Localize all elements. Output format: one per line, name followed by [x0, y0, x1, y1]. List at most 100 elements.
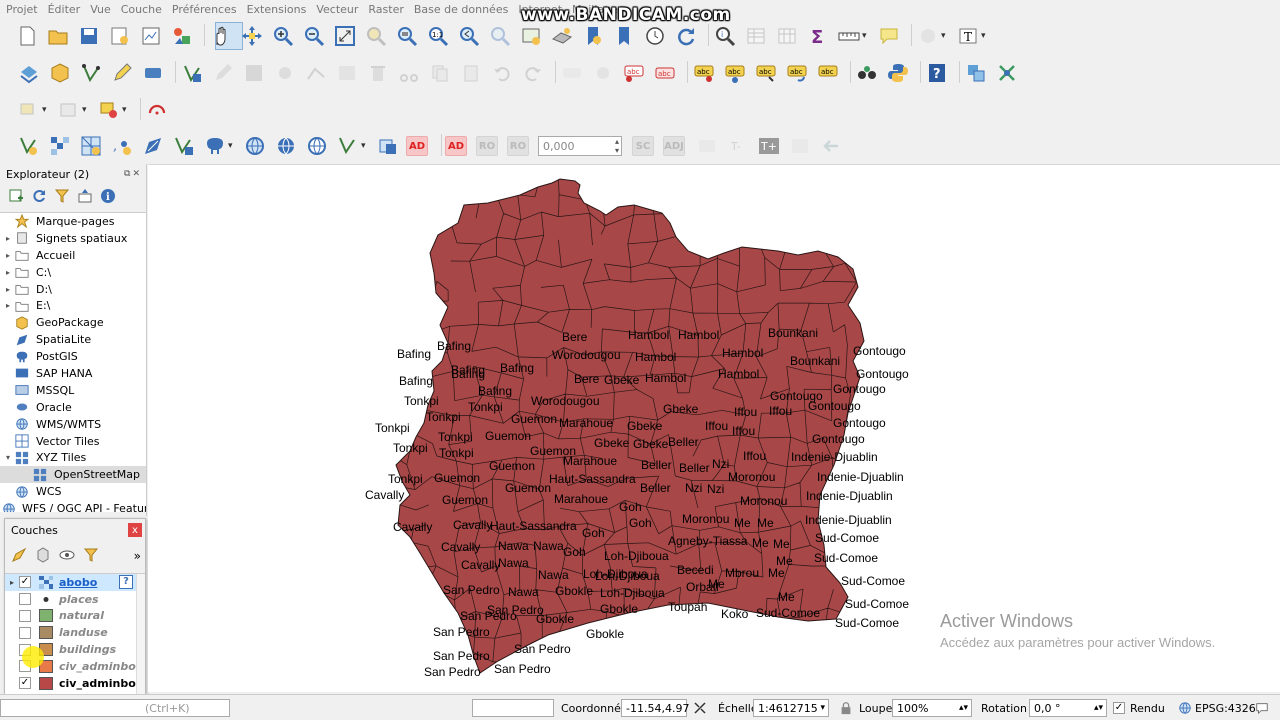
layers-more-button[interactable]: »: [134, 549, 141, 563]
save-project-button[interactable]: [76, 23, 102, 49]
browser-item[interactable]: SAP HANA: [0, 365, 146, 382]
data-source-manager-button[interactable]: [16, 60, 42, 86]
manage-visibility-icon[interactable]: [59, 547, 75, 566]
menu-item[interactable]: Base de données: [414, 3, 508, 16]
statistics-button[interactable]: Σ: [805, 23, 831, 49]
text-annotation-dropdown[interactable]: ▾: [981, 31, 991, 41]
add-mesh-layer-button[interactable]: [78, 133, 104, 159]
new-map-view-button[interactable]: [518, 23, 544, 49]
browser-item[interactable]: ▸ D:\: [0, 281, 146, 298]
rotation-spinbox[interactable]: 0,0 ° ▴▾: [1029, 699, 1107, 717]
measure-dropdown[interactable]: ▾: [862, 31, 872, 41]
refresh-loader-button[interactable]: [144, 97, 170, 123]
browser-item[interactable]: Oracle: [0, 399, 146, 416]
layer-labeling-button[interactable]: abc: [621, 60, 647, 86]
style-layer-icon[interactable]: [11, 547, 27, 566]
back-arrow-button[interactable]: [818, 133, 844, 159]
layer-warning-icon[interactable]: ?: [119, 575, 133, 590]
add-postgis-button[interactable]: [202, 133, 228, 159]
layer-row[interactable]: places: [5, 591, 145, 608]
browser-item[interactable]: GeoPackage: [0, 314, 146, 331]
zoom-to-layer-button[interactable]: [394, 23, 420, 49]
crs-button[interactable]: EPSG:4326: [1195, 699, 1256, 717]
add-wms-button[interactable]: [242, 133, 268, 159]
feature-tool-button[interactable]: [694, 133, 720, 159]
select-features-button[interactable]: [16, 97, 42, 123]
refresh-button[interactable]: [673, 23, 699, 49]
layer-visibility-checkbox[interactable]: [19, 593, 31, 606]
menu-item[interactable]: Vecteur: [316, 3, 358, 16]
text-annotation-button[interactable]: T: [955, 23, 981, 49]
pan-to-selection-button[interactable]: [239, 23, 265, 49]
layer-visibility-checkbox[interactable]: [19, 609, 31, 622]
qms-plugin-button[interactable]: [854, 60, 880, 86]
menu-item[interactable]: Vue: [90, 3, 111, 16]
layer-row[interactable]: civ_adminbo: [5, 675, 145, 692]
browser-item[interactable]: WFS / OGC API - Features: [0, 500, 146, 512]
browser-item[interactable]: PostGIS: [0, 348, 146, 365]
collapse-all-icon[interactable]: [77, 188, 93, 204]
browser-item[interactable]: ▸ Signets spatiaux: [0, 230, 146, 247]
add-spatialite-button[interactable]: [140, 133, 166, 159]
render-check[interactable]: [1113, 702, 1125, 714]
add-vector-tile-button[interactable]: [335, 133, 361, 159]
redo-button[interactable]: [520, 60, 546, 86]
digitize-shape-button[interactable]: [375, 133, 401, 159]
layer-row[interactable]: natural: [5, 608, 145, 625]
new-bookmark-button[interactable]: [580, 23, 606, 49]
browser-item[interactable]: ▸ Accueil: [0, 247, 146, 264]
save-edits-button[interactable]: [241, 60, 267, 86]
locator-search-input[interactable]: (Ctrl+K): [0, 699, 230, 717]
panel-float-close-icon[interactable]: ⧉✕: [124, 169, 142, 179]
toggle-extents-icon[interactable]: [692, 699, 708, 717]
zoom-to-selection-button[interactable]: [363, 23, 389, 49]
browser-item[interactable]: OpenStreetMap: [0, 466, 146, 484]
add-wcs-button[interactable]: [273, 133, 299, 159]
annotation-dropdown[interactable]: ▾: [941, 31, 951, 41]
paste-features-button[interactable]: [458, 60, 484, 86]
new-point-layer-button[interactable]: [16, 133, 42, 159]
zoom-in-button[interactable]: [270, 23, 296, 49]
identify-features-button[interactable]: i: [712, 23, 738, 49]
help-button[interactable]: ?: [924, 60, 950, 86]
expand-arrow-icon[interactable]: ▸: [2, 301, 14, 310]
zoom-next-button[interactable]: [487, 23, 513, 49]
rotate-button[interactable]: RO: [507, 136, 529, 156]
expand-arrow-icon[interactable]: ▸: [2, 268, 14, 277]
browser-item[interactable]: ▾ XYZ Tiles: [0, 449, 146, 466]
change-label-button[interactable]: abc: [815, 60, 841, 86]
adjust-button[interactable]: ADJ: [663, 136, 685, 156]
undo-button[interactable]: [489, 60, 515, 86]
modify-attributes-button[interactable]: [334, 60, 360, 86]
field-calculator-button[interactable]: [774, 23, 800, 49]
refresh-icon[interactable]: [31, 188, 47, 204]
show-bookmarks-button[interactable]: [611, 23, 637, 49]
georeferencer-button[interactable]: [963, 60, 989, 86]
zoom-last-button[interactable]: [456, 23, 482, 49]
zoom-native-button[interactable]: 1:1: [425, 23, 451, 49]
expand-arrow-icon[interactable]: ▸: [2, 251, 14, 260]
filter-icon[interactable]: [54, 188, 70, 204]
map-canvas[interactable]: Bafing Bafing Bere Hambol Hambol Bounkani Bafi…: [148, 164, 1280, 692]
enable-advanced-digitizing-button[interactable]: AD: [445, 136, 467, 156]
add-group-icon[interactable]: [35, 546, 51, 566]
deselect-dropdown[interactable]: ▾: [122, 105, 132, 115]
new-virtual-layer-button[interactable]: [140, 60, 166, 86]
menu-item[interactable]: Éditer: [48, 3, 81, 16]
messages-icon[interactable]: [1255, 699, 1269, 717]
advanced-digitizing-button[interactable]: AD: [406, 136, 428, 156]
browser-item[interactable]: Marque-pages: [0, 213, 146, 230]
copy-features-button[interactable]: [427, 60, 453, 86]
info-icon[interactable]: i: [100, 188, 116, 204]
new-project-button[interactable]: [14, 23, 40, 49]
browser-item[interactable]: Vector Tiles: [0, 433, 146, 450]
layer-diagram-button[interactable]: abc: [652, 60, 678, 86]
browser-item[interactable]: WMS/WMTS: [0, 416, 146, 433]
vector-tool-button[interactable]: [994, 60, 1020, 86]
label-toolbar-button-2[interactable]: [590, 60, 616, 86]
menu-item[interactable]: Projet: [6, 3, 38, 16]
layers-close-button[interactable]: x: [128, 523, 142, 537]
scale-combobox[interactable]: 1:4612715 ▾: [753, 699, 829, 717]
menu-item[interactable]: Couche: [121, 3, 162, 16]
text-minus-button[interactable]: T-: [725, 133, 751, 159]
